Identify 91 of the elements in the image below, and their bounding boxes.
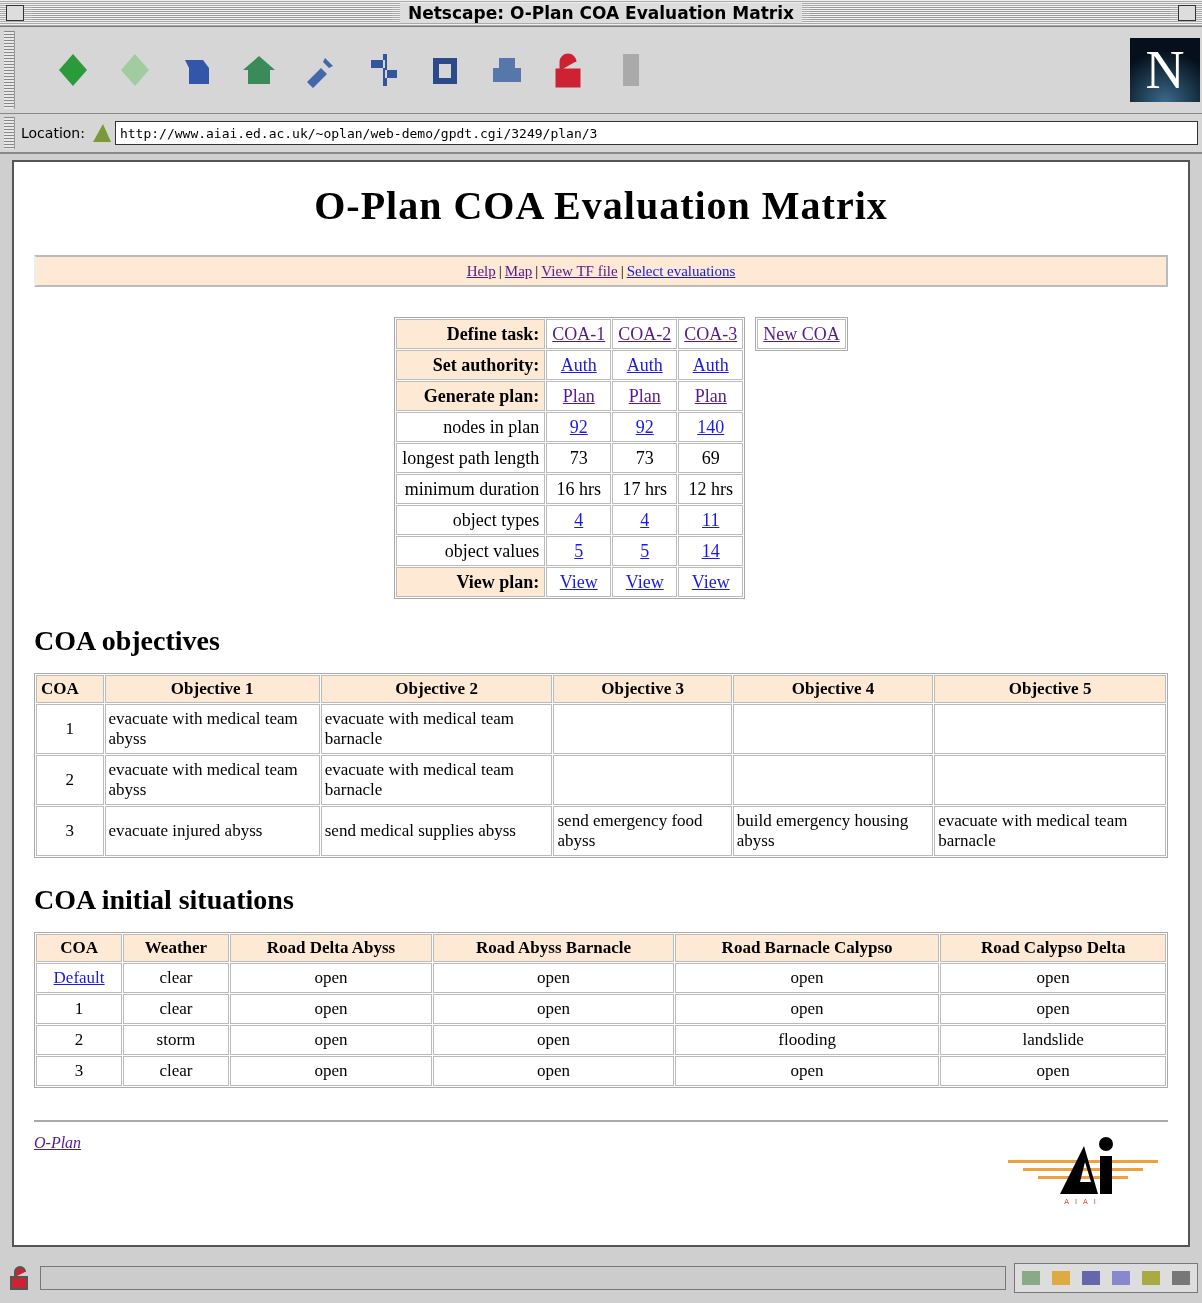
window-title: Netscape: O-Plan COA Evaluation Matrix: [400, 3, 802, 23]
table-cell: 2: [36, 755, 104, 805]
column-header: Objective 5: [934, 675, 1166, 703]
close-box[interactable]: [6, 5, 24, 21]
table-cell: 1: [36, 704, 104, 754]
table-cell: open: [229, 1056, 433, 1086]
nav-link[interactable]: Map: [504, 262, 533, 280]
column-header: COA: [36, 675, 104, 703]
table-cell: open: [674, 1056, 940, 1086]
column-header: Road Barnacle Calypso: [674, 934, 940, 962]
nav-link[interactable]: View TF file: [541, 262, 618, 280]
location-label: Location:: [21, 125, 85, 141]
table-cell: evacuate with medical team barnacle: [934, 806, 1166, 856]
cell-link[interactable]: 5: [640, 540, 650, 561]
column-header: Weather: [123, 934, 229, 962]
separator: |: [498, 262, 502, 280]
column-header: Road Abyss Barnacle: [433, 934, 674, 962]
cell-link[interactable]: 4: [574, 509, 584, 530]
row-label: object values: [396, 536, 546, 566]
column-header: Objective 3: [553, 675, 732, 703]
table-cell: storm: [123, 1025, 229, 1055]
table-cell: clear: [123, 963, 229, 993]
component-icon[interactable]: [1139, 1268, 1163, 1288]
table-cell: 2: [36, 1025, 123, 1055]
component-icon[interactable]: [1019, 1268, 1043, 1288]
row-label: nodes in plan: [396, 412, 546, 442]
table-cell: open: [674, 994, 940, 1024]
cell-link[interactable]: 11: [702, 509, 720, 530]
component-icon[interactable]: [1079, 1268, 1103, 1288]
url-field[interactable]: http://www.aiai.ed.ac.uk/~oplan/web-demo/gpdt.cgi/3249/plan/3: [114, 121, 1198, 145]
separator: |: [620, 262, 624, 280]
component-icon[interactable]: [1109, 1268, 1133, 1288]
drag-grip[interactable]: [4, 117, 15, 149]
table-cell: 73: [546, 443, 612, 473]
table-cell: evacuate with medical team abyss: [104, 755, 320, 805]
page-title: O-Plan COA Evaluation Matrix: [313, 182, 889, 229]
separator: |: [535, 262, 539, 280]
component-icon[interactable]: [1169, 1268, 1193, 1288]
table-cell: 12 hrs: [678, 474, 744, 504]
table-cell: send medical supplies abyss: [320, 806, 553, 856]
table-cell: build emergency housing abyss: [732, 806, 934, 856]
table-cell: evacuate injured abyss: [104, 806, 320, 856]
row-label: Define task:: [396, 319, 546, 349]
table-cell: open: [229, 963, 433, 993]
table-cell: flooding: [674, 1025, 940, 1055]
table-cell: open: [940, 963, 1166, 993]
footer-link[interactable]: O-Plan: [34, 1134, 82, 1152]
table-cell: evacuate with medical team barnacle: [320, 755, 553, 805]
table-cell: open: [940, 1056, 1166, 1086]
column-header: Objective 1: [104, 675, 320, 703]
table-cell: 3: [36, 806, 104, 856]
table-cell: evacuate with medical team abyss: [104, 704, 320, 754]
column-header: Road Delta Abyss: [229, 934, 433, 962]
column-header: Objective 2: [320, 675, 553, 703]
table-cell: 69: [678, 443, 744, 473]
cell-link[interactable]: 4: [640, 509, 650, 530]
table-cell: open: [674, 963, 940, 993]
table-cell: open: [229, 1025, 433, 1055]
cell-link[interactable]: 5: [574, 540, 584, 561]
table-cell: open: [433, 1056, 674, 1086]
table-cell: clear: [123, 994, 229, 1024]
table-cell: open: [433, 1025, 674, 1055]
column-header: Objective 4: [732, 675, 934, 703]
column-header: Road Calypso Delta: [940, 934, 1166, 962]
table-cell: 16 hrs: [546, 474, 612, 504]
row-label: Set authority:: [396, 350, 546, 380]
table-cell: open: [229, 994, 433, 1024]
table-cell: 73: [612, 443, 678, 473]
row-label: minimum duration: [396, 474, 546, 504]
row-label: object types: [396, 505, 546, 535]
nav-link[interactable]: Help: [466, 262, 496, 280]
nav-link[interactable]: Select evaluations: [626, 262, 736, 280]
table-cell: evacuate with medical team barnacle: [320, 704, 553, 754]
table-cell: clear: [123, 1056, 229, 1086]
drag-grip[interactable]: [4, 31, 15, 109]
table-cell: 3: [36, 1056, 123, 1086]
section-heading: COA initial situations: [34, 884, 295, 916]
column-header: COA: [36, 934, 123, 962]
table-cell: open: [433, 963, 674, 993]
table-cell: landslide: [940, 1025, 1166, 1055]
browser-logo: N: [1130, 38, 1200, 102]
row-label: longest path length: [396, 443, 546, 473]
row-label: View plan:: [396, 567, 546, 597]
table-cell: open: [940, 994, 1166, 1024]
table-cell: 1: [36, 994, 123, 1024]
row-label: Generate plan:: [396, 381, 546, 411]
section-heading: COA objectives: [34, 625, 221, 657]
table-cell: open: [433, 994, 674, 1024]
table-cell: 17 hrs: [612, 474, 678, 504]
zoom-box[interactable]: [1178, 5, 1196, 21]
table-cell: send emergency food abyss: [553, 806, 732, 856]
